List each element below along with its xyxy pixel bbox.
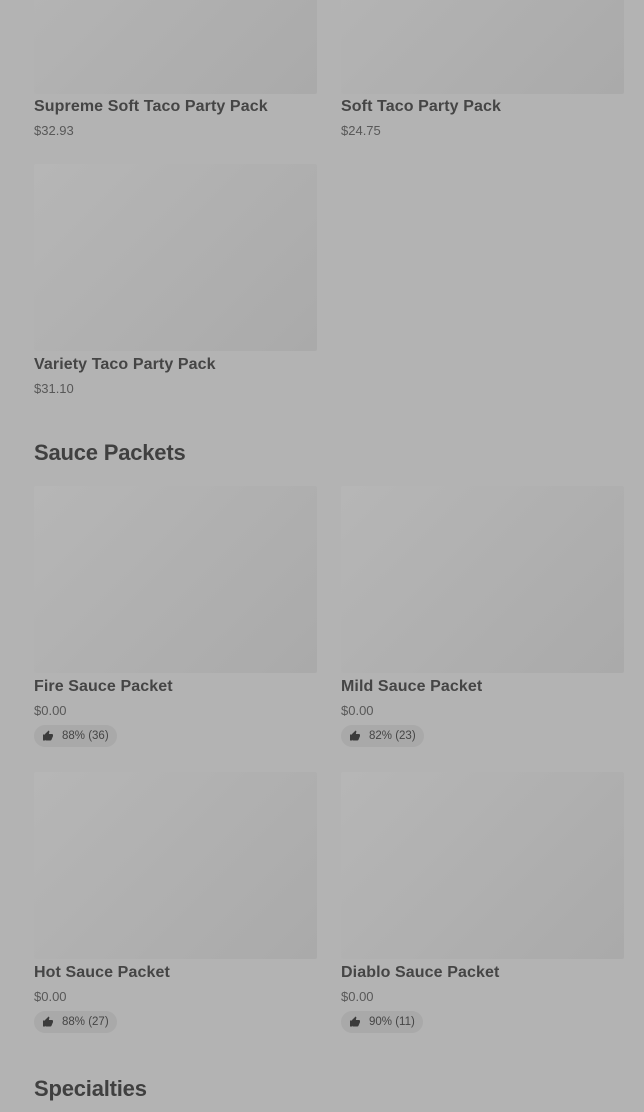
rating-badge: 88% (27) <box>34 1011 117 1033</box>
menu-page: Supreme Soft Taco Party Pack $32.93 Soft… <box>0 0 644 1112</box>
item-image-hot-sauce-packet[interactable] <box>34 772 317 959</box>
item-name[interactable]: Diablo Sauce Packet <box>341 964 499 982</box>
item-price: $0.00 <box>34 703 67 718</box>
rating-badge: 82% (23) <box>341 725 424 747</box>
item-price: $0.00 <box>34 989 67 1004</box>
item-price: $32.93 <box>34 123 74 138</box>
item-price: $0.00 <box>341 703 374 718</box>
thumbs-up-icon <box>350 730 360 741</box>
item-name[interactable]: Hot Sauce Packet <box>34 964 170 982</box>
rating-badge: 88% (36) <box>34 725 117 747</box>
item-name[interactable]: Supreme Soft Taco Party Pack <box>34 98 268 116</box>
item-price: $0.00 <box>341 989 374 1004</box>
rating-text: 90% (11) <box>369 1016 415 1028</box>
rating-text: 88% (27) <box>62 1016 109 1028</box>
item-name[interactable]: Mild Sauce Packet <box>341 678 482 696</box>
section-title-sauce-packets: Sauce Packets <box>34 440 186 465</box>
item-name[interactable]: Variety Taco Party Pack <box>34 356 216 374</box>
item-price: $24.75 <box>341 123 381 138</box>
rating-text: 82% (23) <box>369 730 416 742</box>
item-name[interactable]: Soft Taco Party Pack <box>341 98 501 116</box>
rating-badge: 90% (11) <box>341 1011 423 1033</box>
item-image-variety-taco-party-pack[interactable] <box>34 164 317 351</box>
item-image-fire-sauce-packet[interactable] <box>34 486 317 673</box>
section-title-specialties: Specialties <box>34 1076 147 1101</box>
item-image-mild-sauce-packet[interactable] <box>341 486 624 673</box>
thumbs-up-icon <box>43 1016 53 1027</box>
thumbs-up-icon <box>43 730 53 741</box>
item-image-supreme-soft-taco-party-pack[interactable] <box>34 0 317 94</box>
rating-text: 88% (36) <box>62 730 109 742</box>
item-name[interactable]: Fire Sauce Packet <box>34 678 173 696</box>
item-price: $31.10 <box>34 381 74 396</box>
item-image-soft-taco-party-pack[interactable] <box>341 0 624 94</box>
item-image-diablo-sauce-packet[interactable] <box>341 772 624 959</box>
thumbs-up-icon <box>350 1016 360 1027</box>
